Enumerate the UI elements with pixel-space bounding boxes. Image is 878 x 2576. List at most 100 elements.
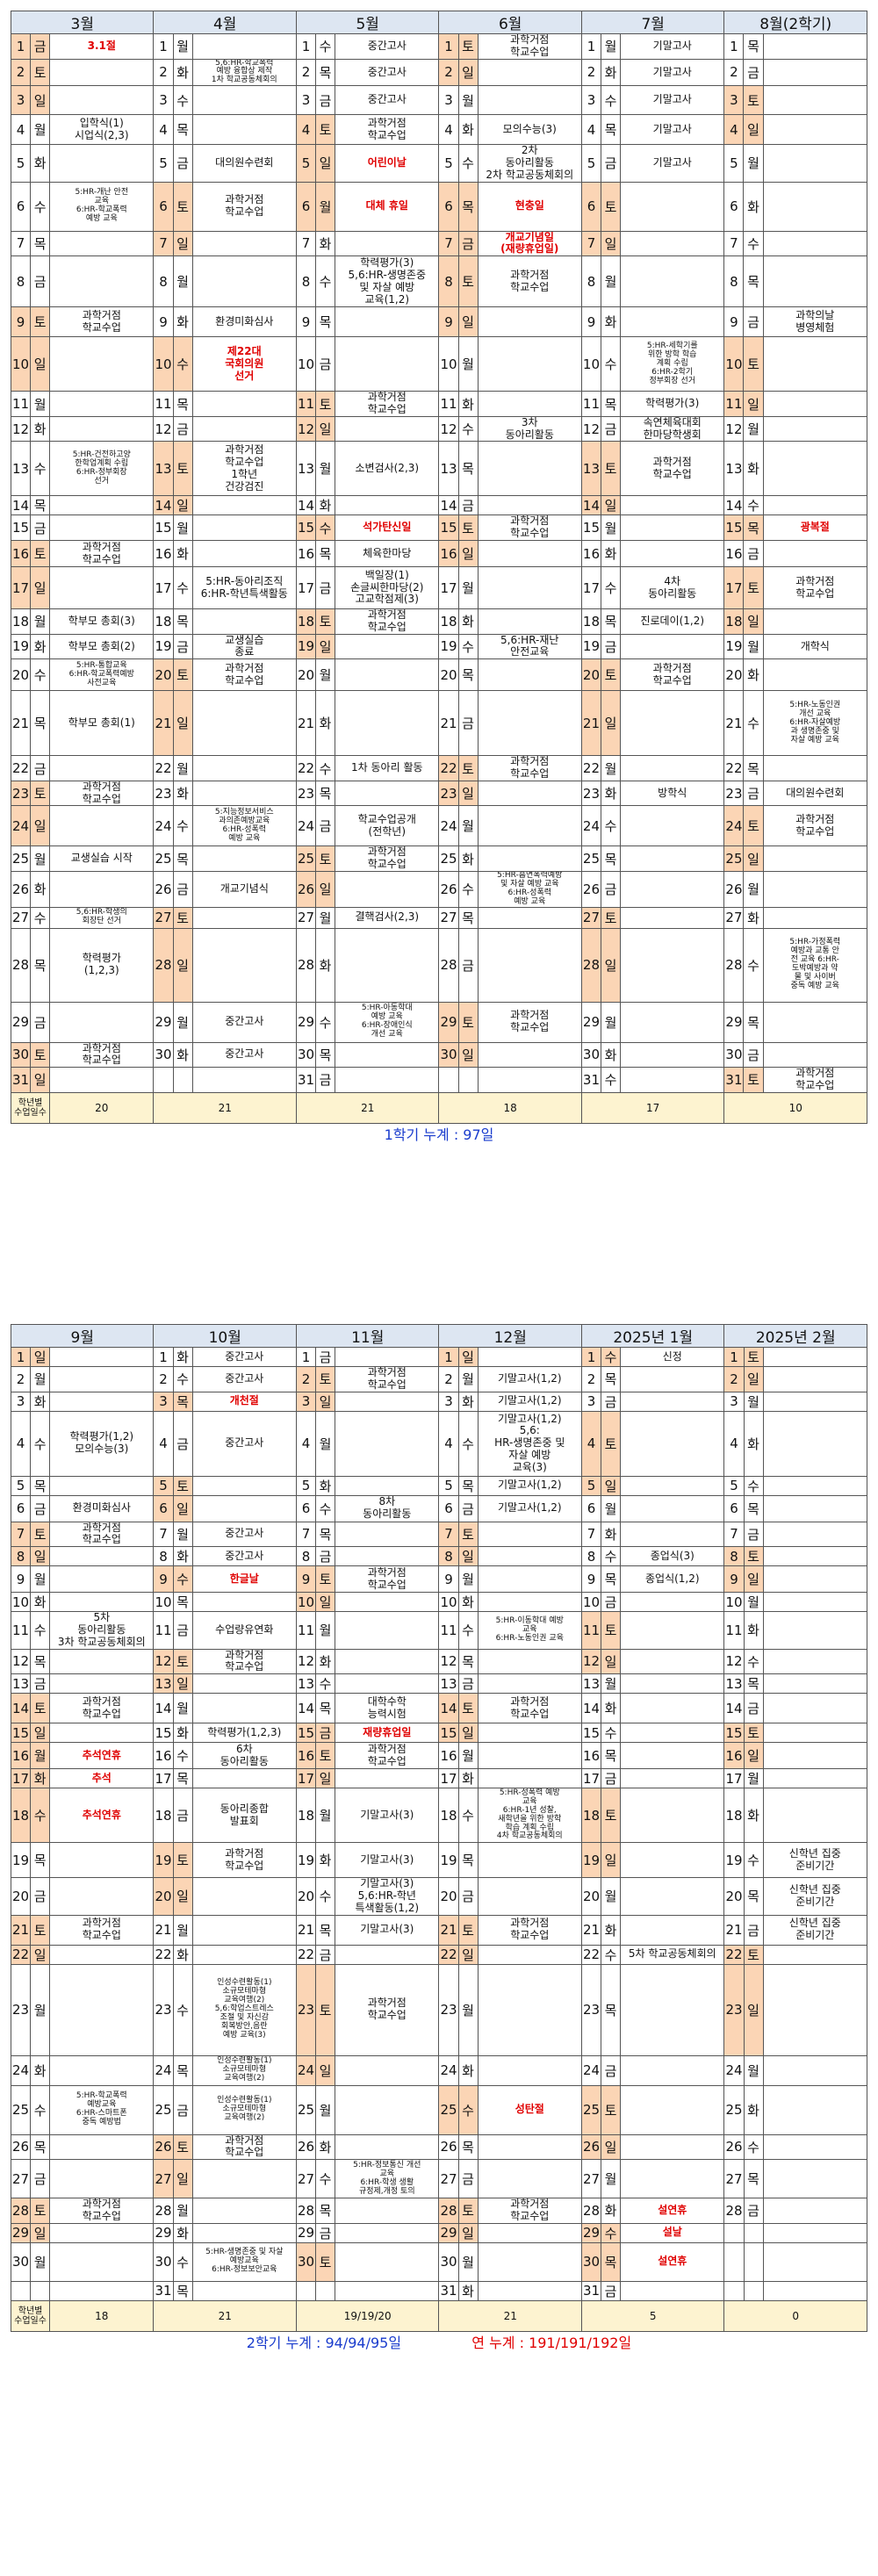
date-number: 7 — [10, 1521, 32, 1548]
weekday: 토 — [172, 906, 193, 929]
weekday: 일 — [30, 1067, 51, 1093]
weekday: 화 — [172, 306, 193, 338]
weekday: 목 — [172, 845, 193, 872]
event-cell — [49, 755, 155, 781]
date-number: 11 — [580, 1611, 602, 1650]
weekday: 화 — [30, 415, 51, 443]
event-cell: 기말고사(1,2) — [477, 1475, 582, 1496]
date-number: 17 — [295, 1768, 317, 1789]
event-cell: 설날 — [620, 2222, 725, 2243]
weekday: 일 — [457, 306, 479, 338]
day-row: 8 금 8 월 8 수 학력평가(3) 5,6:HR-생명존중 및 자살 예방 교육(1,2… — [10, 255, 868, 308]
event-cell — [49, 2133, 155, 2161]
event-cell: 기말고사 — [620, 114, 725, 146]
weekday: 금 — [30, 2159, 51, 2199]
weekday: 일 — [743, 608, 764, 635]
weekday: 수 — [457, 871, 479, 908]
weekday: 화 — [457, 1391, 479, 1412]
weekday: 목 — [315, 1041, 336, 1069]
event-cell — [191, 927, 297, 1003]
date-number: 29 — [10, 1001, 32, 1043]
weekday: 목 — [743, 755, 764, 781]
weekday: 토 — [30, 1521, 51, 1548]
event-cell — [49, 1347, 155, 1367]
weekday: 일 — [601, 1475, 622, 1496]
date-number: 14 — [153, 1693, 174, 1724]
event-cell: 기말고사(3) 5,6:HR-학년 특색활동(1,2) — [335, 1877, 440, 1916]
event-cell — [335, 1347, 440, 1367]
event-cell: 진로데이(1,2) — [620, 608, 725, 635]
event-cell — [335, 1475, 440, 1496]
day-row: 12 목 12 토 과학거점 학교수업 12 화 12 목 12 일 12 수 — [10, 1648, 868, 1675]
event-cell — [191, 230, 297, 257]
date-number: 3 — [580, 85, 602, 116]
date-number: 23 — [153, 1963, 174, 2056]
event-cell — [762, 415, 868, 443]
weekday: 화 — [315, 927, 336, 1003]
date-number: 22 — [723, 755, 745, 781]
weekday: 목 — [457, 441, 479, 497]
event-cell — [335, 2084, 440, 2135]
event-cell: 5:HR-아동학대 예방 교육 6:HR-장애인식 개선 교육 — [335, 1001, 440, 1043]
event-cell: 5:HR-흡연폭력예방 및 자살 예방 교육 6:HR-성폭력 예방 교육 — [477, 871, 582, 908]
event-cell — [477, 441, 582, 497]
weekday: 일 — [30, 2222, 51, 2243]
date-number: 14 — [295, 1693, 317, 1724]
event-cell: 과학거점 학교수업 — [477, 1693, 582, 1724]
date-number: 30 — [295, 1041, 317, 1069]
event-cell: 환경미화심사 — [49, 1494, 155, 1522]
semester1-calendar: 3월 4월 5월 6월 7월 8월(2학기) 1 금 3.1절 1 월 1 수 중간고사 1 토 과학거점 학… — [10, 11, 868, 1147]
event-cell — [477, 58, 582, 87]
date-number: 4 — [295, 114, 317, 146]
day-row: 20 수 5:HR-통합교육 6:HR-학교폭력예방 사전교육 20 토 과학거점 학교수… — [10, 658, 868, 692]
date-number: 11 — [438, 1611, 459, 1650]
weekday: 금 — [601, 2054, 622, 2086]
date-number: 26 — [438, 871, 459, 908]
event-cell: 환경미화심사 — [191, 306, 297, 338]
date-number: 14 — [580, 495, 602, 516]
weekday: 화 — [315, 230, 336, 257]
date-number: 28 — [295, 2198, 317, 2224]
weekday: 금 — [457, 2159, 479, 2199]
event-cell: 과학거점 학교수업 — [620, 441, 725, 497]
weekday: 목 — [457, 658, 479, 692]
weekday: 월 — [315, 1410, 336, 1477]
weekday: 금 — [315, 2222, 336, 2243]
date-number: 25 — [723, 2084, 745, 2135]
date-number: 21 — [153, 1914, 174, 1946]
event-cell: 과학거점 학교수업 — [477, 514, 582, 542]
day-row: 15 금 15 월 15 수 석가탄신일 15 토 과학거점 학교수업 15 월 15 목 광복절 — [10, 514, 868, 542]
weekday: 일 — [457, 540, 479, 568]
weekday: 금 — [743, 1041, 764, 1069]
school-days-value: 21 — [153, 1091, 297, 1124]
day-row: 28 목 학력평가 (1,2,3) 28 일 28 화 28 금 28 일 28 수 5:HR-가정폭력 … — [10, 927, 868, 1003]
event-cell: 학부모 총회(1) — [49, 690, 155, 757]
event-cell — [762, 255, 868, 308]
day-row: 4 수 학력평가(1,2) 모의수능(3) 4 금 중간고사 4 월 4 수 기말고사(1,2) 5… — [10, 1410, 868, 1477]
date-number: 11 — [10, 391, 32, 417]
weekday: 월 — [457, 1742, 479, 1770]
event-cell — [620, 1410, 725, 1477]
weekday: 금 — [743, 306, 764, 338]
empty-cell — [762, 2222, 868, 2243]
school-days-row: 학년별 수업일수 20 21 21 18 17 10 — [10, 1091, 867, 1124]
event-cell — [762, 144, 868, 183]
date-number: 17 — [580, 566, 602, 610]
event-cell — [620, 1723, 725, 1744]
weekday: 토 — [743, 566, 764, 610]
date-number: 4 — [10, 1410, 32, 1477]
weekday: 토 — [315, 1742, 336, 1770]
weekday: 토 — [30, 58, 51, 87]
weekday: 목 — [743, 1877, 764, 1916]
event-cell — [620, 1366, 725, 1392]
date-number: 1 — [580, 1347, 602, 1367]
date-number: 1 — [580, 33, 602, 60]
event-cell — [49, 1963, 155, 2056]
weekday: 수 — [315, 514, 336, 542]
weekday: 화 — [457, 114, 479, 146]
weekday: 월 — [30, 608, 51, 635]
date-number: 8 — [438, 1546, 459, 1567]
date-number: 26 — [10, 871, 32, 908]
date-number: 13 — [153, 441, 174, 497]
event-cell: 수업량유연화 — [191, 1611, 297, 1650]
